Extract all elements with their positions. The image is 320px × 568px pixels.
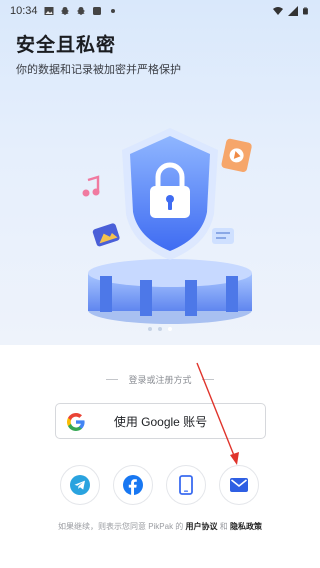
social-login-row	[60, 465, 260, 505]
onboarding-hero: 安全且私密 你的数据和记录被加密并严格保护	[0, 0, 320, 345]
photo-card	[92, 223, 120, 247]
status-bar: 10:34	[0, 0, 320, 22]
video-card	[221, 138, 252, 173]
hero-title: 安全且私密	[16, 35, 117, 56]
status-time: 10:34	[10, 5, 38, 17]
carousel-dot-active	[168, 327, 172, 331]
login-options-divider: 登录或注册方式	[0, 373, 320, 386]
image-notification-icon	[44, 7, 54, 15]
carousel-indicator	[0, 327, 320, 331]
facebook-login-button[interactable]	[113, 465, 153, 505]
terms-notice: 如果继续，则表示您同意 PikPak 的 用户协议 和 隐私政策	[0, 521, 320, 532]
divider-line	[201, 379, 214, 380]
facebook-icon	[123, 475, 143, 495]
divider-line	[106, 379, 119, 380]
terms-and: 和	[219, 522, 228, 531]
email-icon	[230, 478, 248, 492]
phone-icon	[179, 475, 193, 495]
terms-prefix: 如果继续，则表示您同意 PikPak 的	[57, 522, 184, 531]
carousel-dot	[158, 327, 162, 331]
telegram-icon	[70, 475, 90, 495]
carousel-dot	[148, 327, 152, 331]
signal-icon	[288, 6, 298, 16]
snapchat-notification-icon	[60, 7, 69, 15]
music-note	[82, 175, 100, 197]
privacy-policy-link[interactable]: 隐私政策	[230, 522, 262, 531]
phone-login-button[interactable]	[166, 465, 206, 505]
telegram-login-button[interactable]	[60, 465, 100, 505]
snapchat-notification-icon	[76, 7, 85, 15]
email-login-button[interactable]	[219, 465, 259, 505]
security-shield-illustration	[82, 128, 252, 324]
hero-subtitle: 你的数据和记录被加密并严格保护	[16, 64, 181, 76]
login-options-label: 登录或注册方式	[128, 375, 192, 385]
google-login-label: 使用 Google 账号	[113, 414, 208, 429]
dot-notification-icon	[110, 9, 115, 13]
google-icon	[67, 413, 85, 431]
document-card	[212, 228, 234, 244]
app-notification-icon	[92, 7, 101, 15]
battery-icon	[303, 7, 308, 15]
wifi-icon	[273, 7, 283, 15]
google-login-button[interactable]: 使用 Google 账号	[55, 403, 266, 439]
user-agreement-link[interactable]: 用户协议	[186, 522, 218, 531]
